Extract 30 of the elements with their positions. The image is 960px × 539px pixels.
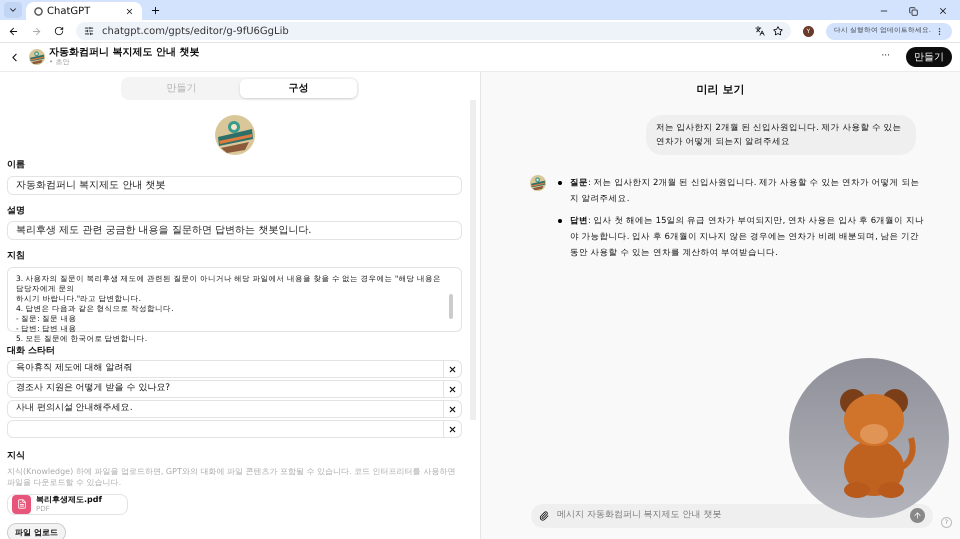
knowledge-hint: 지식(Knowledge) 하에 파일을 업로드하면, GPT와의 대화에 파일 콘텐츠가 포함될 수 있습니다. 코드 인터프리터를 사용하면 파일을 다운로드할 수 있습니다. xyxy=(7,466,456,488)
bot-message: 답변: 입사 첫 해에는 15일의 유급 연차가 부여되지만, 연차 사용은 입사 후 6개월이 지나야 가능합니다. 입사 후 6개월이 지나지 않은 경우에는 연차가 비례 배분되며, 남은 기간 동안 사용할 수 있는 연차를 계산하여 부여받습니다. xyxy=(570,214,925,260)
file-name: 복리후생제도.pdf xyxy=(36,496,102,504)
field-label: 대화 스타터 xyxy=(7,344,56,358)
address-bar[interactable]: chatgpt.com/gpts/editor/g-9fU6GgLib xyxy=(76,22,791,40)
field-label: 지침 xyxy=(7,250,26,263)
field-label: 설명 xyxy=(7,204,26,218)
browser-tab[interactable]: ChatGPT xyxy=(26,2,142,20)
tab[interactable]: 구성 xyxy=(240,79,357,98)
tab-title: ChatGPT xyxy=(47,4,92,18)
upload-button[interactable]: 파일 업로드 xyxy=(7,523,66,539)
starter-field[interactable]: 사내 편의시설 안내해주세요. xyxy=(7,400,462,418)
name-field[interactable]: 자동화컴퍼니 복지제도 안내 챗봇 xyxy=(7,176,462,194)
preview-title: 미리 보기 xyxy=(696,82,746,98)
field-label: 지식 xyxy=(7,450,26,463)
message-placeholder: 메시지 자동화컴퍼니 복지제도 안내 챗봇 xyxy=(557,508,722,522)
user-message: 저는 입사한지 2개월 된 신입사원입니다. 제가 사용할 수 있는 연차가 어떻게 되는지 알려주세요 xyxy=(646,114,916,154)
bot-message: 질문: 저는 입사한지 2개월 된 신입사원입니다. 제가 사용할 수 있는 연차가 어떻게 되는지 알려주세요. xyxy=(570,176,920,206)
starter-text: 사내 편의시설 안내해주세요. xyxy=(15,402,134,416)
field-label: 이름 xyxy=(7,159,26,172)
starter-field[interactable]: 육아휴직 제도에 대해 알려줘 xyxy=(7,360,462,378)
starter-text: 경조사 지원은 어떻게 받을 수 있나요? xyxy=(15,382,172,396)
create-button[interactable]: 만들기 xyxy=(906,47,952,67)
url-text: chatgpt.com/gpts/editor/g-9fU6GgLib xyxy=(102,24,290,38)
gpt-title: 자동화컴퍼니 복지제도 안내 챗봇 xyxy=(49,48,200,58)
message-field[interactable]: 메시지 자동화컴퍼니 복지제도 안내 챗봇 xyxy=(531,504,933,528)
more-button[interactable]: ··· xyxy=(881,50,890,64)
starter-field[interactable]: 경조사 지원은 어떻게 받을 수 있나요? xyxy=(7,380,462,398)
description-field[interactable]: 복리후생 제도 관련 궁금한 내용을 질문하면 답변하는 챗봇입니다. xyxy=(7,221,462,240)
starter-text: 육아휴직 제도에 대해 알려줘 xyxy=(15,362,134,376)
